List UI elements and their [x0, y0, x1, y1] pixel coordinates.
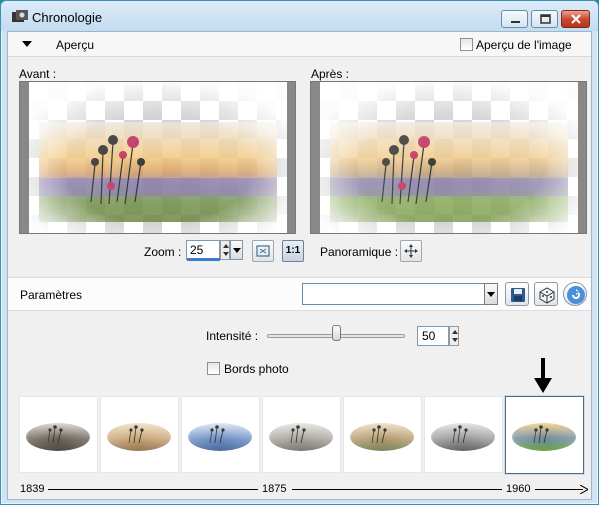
zoom-dropdown-button[interactable] [230, 240, 243, 260]
pan-button[interactable] [400, 240, 422, 262]
thumbnail-image [425, 397, 502, 472]
zoom-spinner[interactable] [220, 240, 230, 260]
thumbnail-greyscale[interactable] [424, 396, 503, 473]
dialog-body: Aperçu Aperçu de l'image Avant : Après : [7, 31, 592, 500]
reset-button[interactable] [563, 282, 587, 306]
thumbnail-warm-faded[interactable] [343, 396, 422, 473]
thumbnail-image [344, 397, 421, 472]
before-photo [29, 82, 287, 233]
preview-toggle-row: Aperçu Aperçu de l'image [8, 32, 591, 57]
move-icon [404, 244, 418, 258]
zoom-fit-button[interactable] [252, 240, 274, 262]
window-title: Chronologie [32, 10, 103, 25]
apercu-label[interactable]: Aperçu [56, 38, 94, 52]
photo-edges-checkbox[interactable] [207, 362, 220, 375]
thumbnail-image [182, 397, 259, 472]
thumbnail-sepia-light[interactable] [100, 396, 179, 473]
fit-window-icon [256, 245, 270, 257]
intensity-input[interactable]: 50 [417, 326, 449, 346]
dice-icon [539, 287, 555, 304]
collapse-arrow-icon[interactable] [22, 41, 32, 47]
title-bar[interactable]: Chronologie [1, 1, 598, 31]
after-photo [320, 82, 578, 233]
before-preview[interactable] [19, 81, 296, 234]
thumbnail-color-1960[interactable] [505, 396, 584, 474]
timeline-year-start: 1839 [20, 483, 45, 495]
reset-icon [567, 286, 585, 304]
parameters-label: Paramètres [20, 288, 83, 302]
zoom-input-underline [187, 258, 220, 261]
thumbnail-image [263, 397, 340, 472]
intensity-label: Intensité : [206, 329, 259, 343]
minimize-button[interactable] [501, 10, 528, 28]
after-preview[interactable] [310, 81, 587, 234]
thumbnail-blue-tint[interactable] [181, 396, 260, 473]
zoom-one-to-one-button[interactable]: 1:1 [282, 240, 304, 262]
pan-label: Panoramique : [320, 245, 399, 259]
app-icon [12, 10, 28, 22]
close-icon [571, 14, 581, 24]
timeline-dialog: Chronologie Aperçu Aperçu de l'image Ava… [0, 0, 599, 505]
timeline-line [292, 489, 502, 490]
preset-combobox[interactable] [302, 283, 486, 305]
presets-bar: Paramètres [8, 277, 591, 311]
timeline-thumbnails [19, 396, 589, 476]
timeline-line [535, 489, 583, 490]
thumbnail-grey-faded[interactable] [262, 396, 341, 473]
preset-dropdown-button[interactable] [484, 283, 498, 305]
timeline-arrow-icon [580, 485, 588, 494]
save-preset-button[interactable] [505, 282, 529, 306]
timeline-year-mid: 1875 [262, 483, 287, 495]
selected-arrow-icon [534, 358, 552, 393]
photo-edges-label[interactable]: Bords photo [224, 362, 289, 376]
random-parameters-button[interactable] [534, 282, 558, 306]
save-icon [511, 288, 525, 302]
image-preview-label[interactable]: Aperçu de l'image [476, 38, 572, 52]
timeline-year-end: 1960 [506, 483, 531, 495]
timeline-line [48, 489, 258, 490]
before-label: Avant : [19, 67, 57, 81]
intensity-spinner[interactable] [449, 326, 459, 346]
maximize-icon [540, 14, 551, 24]
thumbnail-image [20, 397, 97, 472]
maximize-button[interactable] [531, 10, 558, 28]
intensity-slider-thumb[interactable] [332, 325, 341, 341]
thumbnail-sepia-dark[interactable] [19, 396, 98, 473]
after-canvas [320, 82, 578, 233]
image-preview-checkbox[interactable] [460, 38, 473, 51]
thumbnail-image [101, 397, 178, 472]
thumbnail-image [506, 397, 583, 472]
timeline-axis: 1839 1875 1960 [8, 478, 591, 498]
zoom-input[interactable]: 25 [186, 240, 220, 260]
close-button[interactable] [561, 10, 590, 28]
zoom-label: Zoom : [144, 245, 182, 259]
minimize-icon [511, 21, 520, 23]
after-label: Après : [311, 67, 350, 81]
before-canvas [29, 82, 287, 233]
